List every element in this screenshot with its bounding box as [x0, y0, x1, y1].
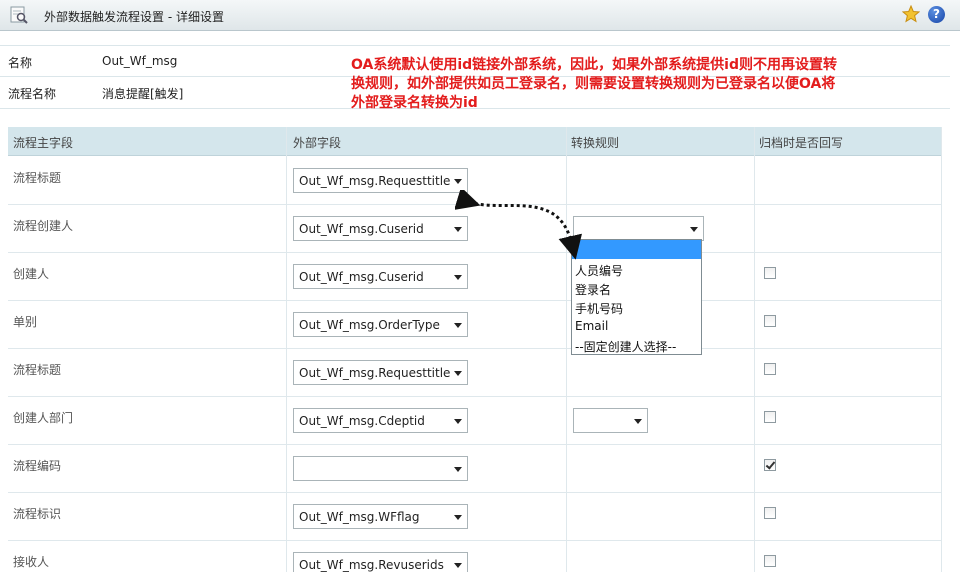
- chevron-down-icon: [454, 371, 462, 376]
- dropdown-option[interactable]: 登录名: [572, 278, 701, 297]
- external-field-value: Out_Wf_msg.Requesttitle: [299, 174, 451, 188]
- table-row: 创建人 Out_Wf_msg.Cuserid: [8, 253, 942, 301]
- info-value: 消息提醒[触发]: [102, 87, 184, 101]
- main-field-label: 单别: [13, 315, 38, 329]
- dropdown-option[interactable]: Email: [572, 316, 701, 335]
- table-row: 接收人 Out_Wf_msg.Revuserids: [8, 541, 942, 572]
- external-field-value: Out_Wf_msg.Requesttitle: [299, 366, 451, 380]
- external-field-value: Out_Wf_msg.WFflag: [299, 510, 420, 524]
- conversion-rule-select[interactable]: [573, 216, 704, 241]
- page-title: 外部数据触发流程设置 - 详细设置: [44, 10, 224, 24]
- external-field-select[interactable]: Out_Wf_msg.Cdeptid: [293, 408, 468, 433]
- conversion-rule-select[interactable]: [573, 408, 648, 433]
- main-field-label: 流程创建人: [13, 219, 74, 233]
- external-field-select[interactable]: [293, 456, 468, 481]
- dropdown-option[interactable]: 手机号码: [572, 297, 701, 316]
- chevron-down-icon: [454, 515, 462, 520]
- writeback-checkbox[interactable]: [764, 555, 776, 567]
- table-row: 流程编码: [8, 445, 942, 493]
- main-field-label: 流程标题: [13, 363, 62, 377]
- external-field-value: Out_Wf_msg.Cdeptid: [299, 414, 425, 428]
- main-field-label: 流程编码: [13, 459, 62, 473]
- chevron-down-icon: [690, 227, 698, 232]
- annotation-note: OA系统默认使用id链接外部系统，因此，如果外部系统提供id则不用再设置转换规则…: [351, 57, 837, 111]
- dropdown-option[interactable]: [572, 240, 701, 259]
- table-header: 流程主字段 外部字段 转换规则 归档时是否回写: [8, 127, 942, 156]
- chevron-down-icon: [454, 563, 462, 568]
- info-label: 名称: [8, 56, 33, 70]
- writeback-checkbox[interactable]: [764, 507, 776, 519]
- chevron-down-icon: [454, 179, 462, 184]
- column-divider: [754, 127, 755, 572]
- writeback-checkbox[interactable]: [764, 411, 776, 423]
- writeback-checkbox[interactable]: [764, 267, 776, 279]
- writeback-checkbox[interactable]: [764, 459, 776, 471]
- external-field-value: Out_Wf_msg.Revuserids: [299, 558, 444, 572]
- main-field-label: 接收人: [13, 555, 50, 569]
- info-label: 流程名称: [8, 87, 57, 101]
- dropdown-option[interactable]: --固定创建人选择--: [572, 335, 701, 354]
- external-field-select[interactable]: Out_Wf_msg.Cuserid: [293, 216, 468, 241]
- external-field-select[interactable]: Out_Wf_msg.Requesttitle: [293, 360, 468, 385]
- external-field-select[interactable]: Out_Wf_msg.Requesttitle: [293, 168, 468, 193]
- main-field-label: 创建人: [13, 267, 50, 281]
- annotation-arrow: [455, 190, 582, 260]
- table-row: 创建人部门 Out_Wf_msg.Cdeptid: [8, 397, 942, 445]
- external-field-select[interactable]: Out_Wf_msg.OrderType: [293, 312, 468, 337]
- main-field-label: 流程标题: [13, 171, 62, 185]
- dropdown-option[interactable]: 人员编号: [572, 259, 701, 278]
- external-field-value: Out_Wf_msg.Cuserid: [299, 222, 424, 236]
- column-divider: [286, 127, 287, 572]
- header-conversion-rule: 转换规则: [571, 136, 620, 150]
- main-field-label: 流程标识: [13, 507, 62, 521]
- chevron-down-icon: [634, 419, 642, 424]
- chevron-down-icon: [454, 275, 462, 280]
- favorite-star-icon[interactable]: [902, 5, 920, 23]
- info-value: Out_Wf_msg: [102, 54, 178, 68]
- table-row: 单别 Out_Wf_msg.OrderType: [8, 301, 942, 349]
- title-bar: 外部数据触发流程设置 - 详细设置 ?: [0, 0, 960, 31]
- search-document-icon: [10, 6, 28, 24]
- writeback-checkbox[interactable]: [764, 315, 776, 327]
- chevron-down-icon: [454, 323, 462, 328]
- external-field-value: Out_Wf_msg.Cuserid: [299, 270, 424, 284]
- conversion-rule-dropdown-list[interactable]: 人员编号 登录名 手机号码 Email --固定创建人选择--: [571, 239, 702, 355]
- header-main-field: 流程主字段: [13, 136, 74, 150]
- header-writeback: 归档时是否回写: [759, 136, 844, 150]
- help-icon[interactable]: ?: [928, 6, 945, 23]
- table-row: 流程标识 Out_Wf_msg.WFflag: [8, 493, 942, 541]
- main-field-label: 创建人部门: [13, 411, 74, 425]
- header-external-field: 外部字段: [293, 136, 342, 150]
- external-field-select[interactable]: Out_Wf_msg.Cuserid: [293, 264, 468, 289]
- table-row: 流程标题 Out_Wf_msg.Requesttitle: [8, 349, 942, 397]
- chevron-down-icon: [454, 419, 462, 424]
- column-divider: [941, 127, 942, 572]
- external-field-value: Out_Wf_msg.OrderType: [299, 318, 440, 332]
- chevron-down-icon: [454, 467, 462, 472]
- external-field-select[interactable]: Out_Wf_msg.Revuserids: [293, 552, 468, 572]
- external-field-select[interactable]: Out_Wf_msg.WFflag: [293, 504, 468, 529]
- writeback-checkbox[interactable]: [764, 363, 776, 375]
